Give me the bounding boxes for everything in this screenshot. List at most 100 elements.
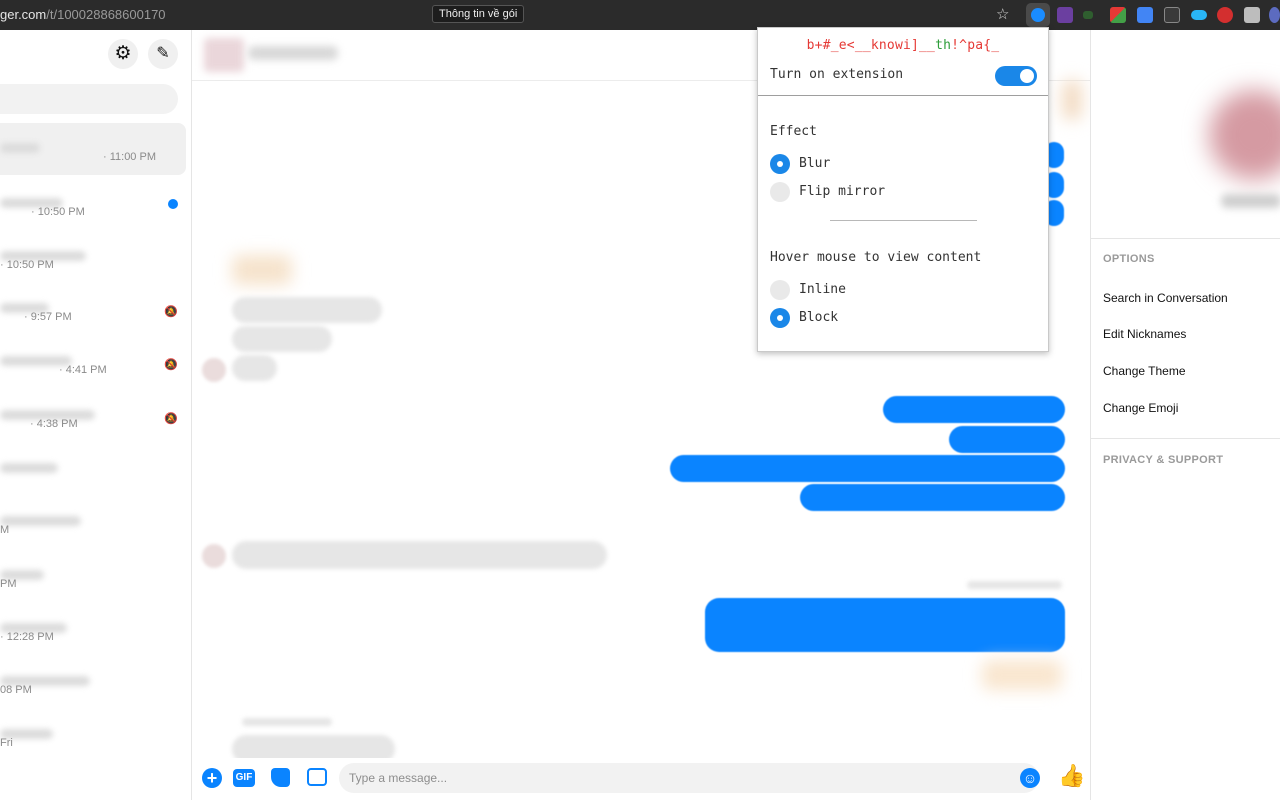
- conversation-item[interactable]: · 10:50 PM: [0, 178, 186, 230]
- conversation-preview: [0, 143, 40, 153]
- conversation-time: · 12:28 PM: [0, 631, 54, 643]
- conversation-item[interactable]: · 9:57 PM 🔕: [0, 283, 186, 335]
- conversation-item[interactable]: · 10:50 PM: [0, 231, 186, 283]
- timestamp-label: [242, 718, 332, 726]
- conversation-time: · 11:00 PM: [103, 151, 156, 163]
- incoming-message[interactable]: [232, 541, 607, 569]
- radio-label: Flip mirror: [799, 184, 886, 199]
- outgoing-message[interactable]: [949, 426, 1065, 453]
- extension-icon-9[interactable]: [1269, 7, 1280, 23]
- outgoing-message[interactable]: [670, 455, 1065, 482]
- outgoing-message[interactable]: [883, 396, 1065, 423]
- bookmark-star-icon[interactable]: ☆: [996, 5, 1009, 23]
- conversation-item[interactable]: · 12:28 PM: [0, 603, 186, 655]
- hover-title: Hover mouse to view content: [770, 250, 982, 265]
- thumbs-up-icon[interactable]: 👍: [1058, 763, 1085, 789]
- search-in-conversation-link[interactable]: Search in Conversation: [1103, 291, 1228, 305]
- conversation-time: PM: [0, 578, 17, 590]
- conversation-details: OPTIONS Search in Conversation Edit Nick…: [1090, 30, 1280, 800]
- incoming-message[interactable]: [232, 326, 332, 352]
- incoming-message[interactable]: [232, 297, 382, 323]
- extension-icon-5[interactable]: [1164, 7, 1180, 23]
- gif-icon[interactable]: GIF: [233, 769, 255, 787]
- toggle-label: Turn on extension: [770, 67, 904, 82]
- unread-dot: [168, 199, 178, 209]
- profile-photo[interactable]: [1209, 90, 1280, 180]
- profile-name: [1221, 194, 1280, 208]
- radio-button[interactable]: [770, 280, 790, 300]
- conversation-time: · 4:38 PM: [30, 418, 78, 430]
- extension-toggle[interactable]: [995, 66, 1037, 86]
- conversation-time: · 4:41 PM: [59, 364, 107, 376]
- options-section-title[interactable]: OPTIONS: [1103, 253, 1155, 265]
- conversation-time: · 10:50 PM: [31, 206, 85, 218]
- conversation-time: · 9:57 PM: [24, 311, 72, 323]
- search-input[interactable]: [0, 84, 178, 114]
- conversation-item[interactable]: · 11:00 PM: [0, 123, 186, 175]
- address-bar[interactable]: ger.com/t/100028868600170: [0, 7, 166, 22]
- extension-icon-3[interactable]: [1110, 7, 1126, 23]
- plus-icon[interactable]: +: [202, 768, 222, 788]
- contact-name[interactable]: [248, 46, 338, 60]
- privacy-support-section-title[interactable]: PRIVACY & SUPPORT: [1103, 454, 1223, 466]
- conversation-item[interactable]: Fri: [0, 709, 186, 761]
- conversation-item[interactable]: 08 PM: [0, 656, 186, 708]
- divider: [830, 220, 977, 221]
- conversation-time: Fri: [0, 737, 13, 749]
- conversation-preview: [0, 463, 58, 473]
- cloud-icon[interactable]: [1191, 10, 1207, 20]
- camera-icon[interactable]: [1244, 7, 1260, 23]
- extension-icon-2[interactable]: [1083, 11, 1093, 19]
- conversation-item[interactable]: [0, 443, 186, 495]
- muted-icon: 🔕: [164, 413, 178, 425]
- settings-button[interactable]: ⚙: [108, 39, 138, 69]
- conversation-time: · 10:50 PM: [0, 259, 54, 271]
- url-domain: ger.com: [0, 7, 47, 22]
- change-emoji-link[interactable]: Change Emoji: [1103, 401, 1178, 415]
- edit-nicknames-link[interactable]: Edit Nicknames: [1103, 327, 1186, 341]
- conversation-time: 08 PM: [0, 684, 32, 696]
- avatar[interactable]: [204, 38, 244, 72]
- messenger-extension-icon[interactable]: [1026, 3, 1050, 27]
- timestamp-label: [967, 581, 1062, 589]
- extension-popup: b+#_e<__knowi]__th!^pa{_ Turn on extensi…: [757, 27, 1049, 352]
- blurred-image: [1062, 80, 1082, 120]
- message-input[interactable]: [339, 763, 1039, 793]
- conversation-time: M: [0, 524, 10, 536]
- outgoing-message[interactable]: [800, 484, 1065, 511]
- toggle-knob: [1020, 69, 1034, 83]
- logo-text-part: th: [935, 38, 952, 53]
- adblock-icon[interactable]: [1217, 7, 1233, 23]
- conversation-item[interactable]: · 4:38 PM 🔕: [0, 390, 186, 442]
- radio-label: Inline: [799, 282, 846, 297]
- radio-button[interactable]: [770, 308, 790, 328]
- blurred-image: [982, 660, 1062, 690]
- radio-button[interactable]: [770, 182, 790, 202]
- divider: [758, 95, 1048, 96]
- outgoing-message[interactable]: [705, 598, 1065, 652]
- conversation-sidebar: ⚙ ✎ · 11:00 PM · 10:50 PM · 10:50 PM · 9:57…: [0, 30, 192, 800]
- conversation-item[interactable]: M: [0, 496, 186, 548]
- translate-icon[interactable]: [1137, 7, 1153, 23]
- sticker-icon[interactable]: [271, 768, 290, 787]
- blurred-image: [232, 255, 292, 285]
- extension-logo: b+#_e<__knowi]__th!^pa{_: [758, 38, 1048, 53]
- emoji-icon[interactable]: ☺: [1020, 768, 1040, 788]
- conversation-item[interactable]: PM: [0, 550, 186, 602]
- incoming-message[interactable]: [232, 355, 277, 381]
- divider: [1091, 238, 1280, 239]
- new-message-button[interactable]: ✎: [148, 39, 178, 69]
- message-composer: + GIF ☺ 👍: [192, 758, 1090, 800]
- radio-button[interactable]: [770, 154, 790, 174]
- photo-icon[interactable]: [307, 768, 327, 786]
- logo-text-part: b+#_e<__knowi]__: [806, 38, 936, 53]
- change-theme-link[interactable]: Change Theme: [1103, 364, 1186, 378]
- effect-title: Effect: [770, 124, 817, 139]
- tooltip: Thông tin về gói: [432, 5, 525, 23]
- conversation-item[interactable]: · 4:41 PM 🔕: [0, 336, 186, 388]
- muted-icon: 🔕: [164, 359, 178, 371]
- extension-icon-1[interactable]: [1057, 7, 1073, 23]
- browser-toolbar: ger.com/t/100028868600170 Thông tin về g…: [0, 0, 1280, 30]
- avatar: [202, 358, 226, 382]
- divider: [1091, 438, 1280, 439]
